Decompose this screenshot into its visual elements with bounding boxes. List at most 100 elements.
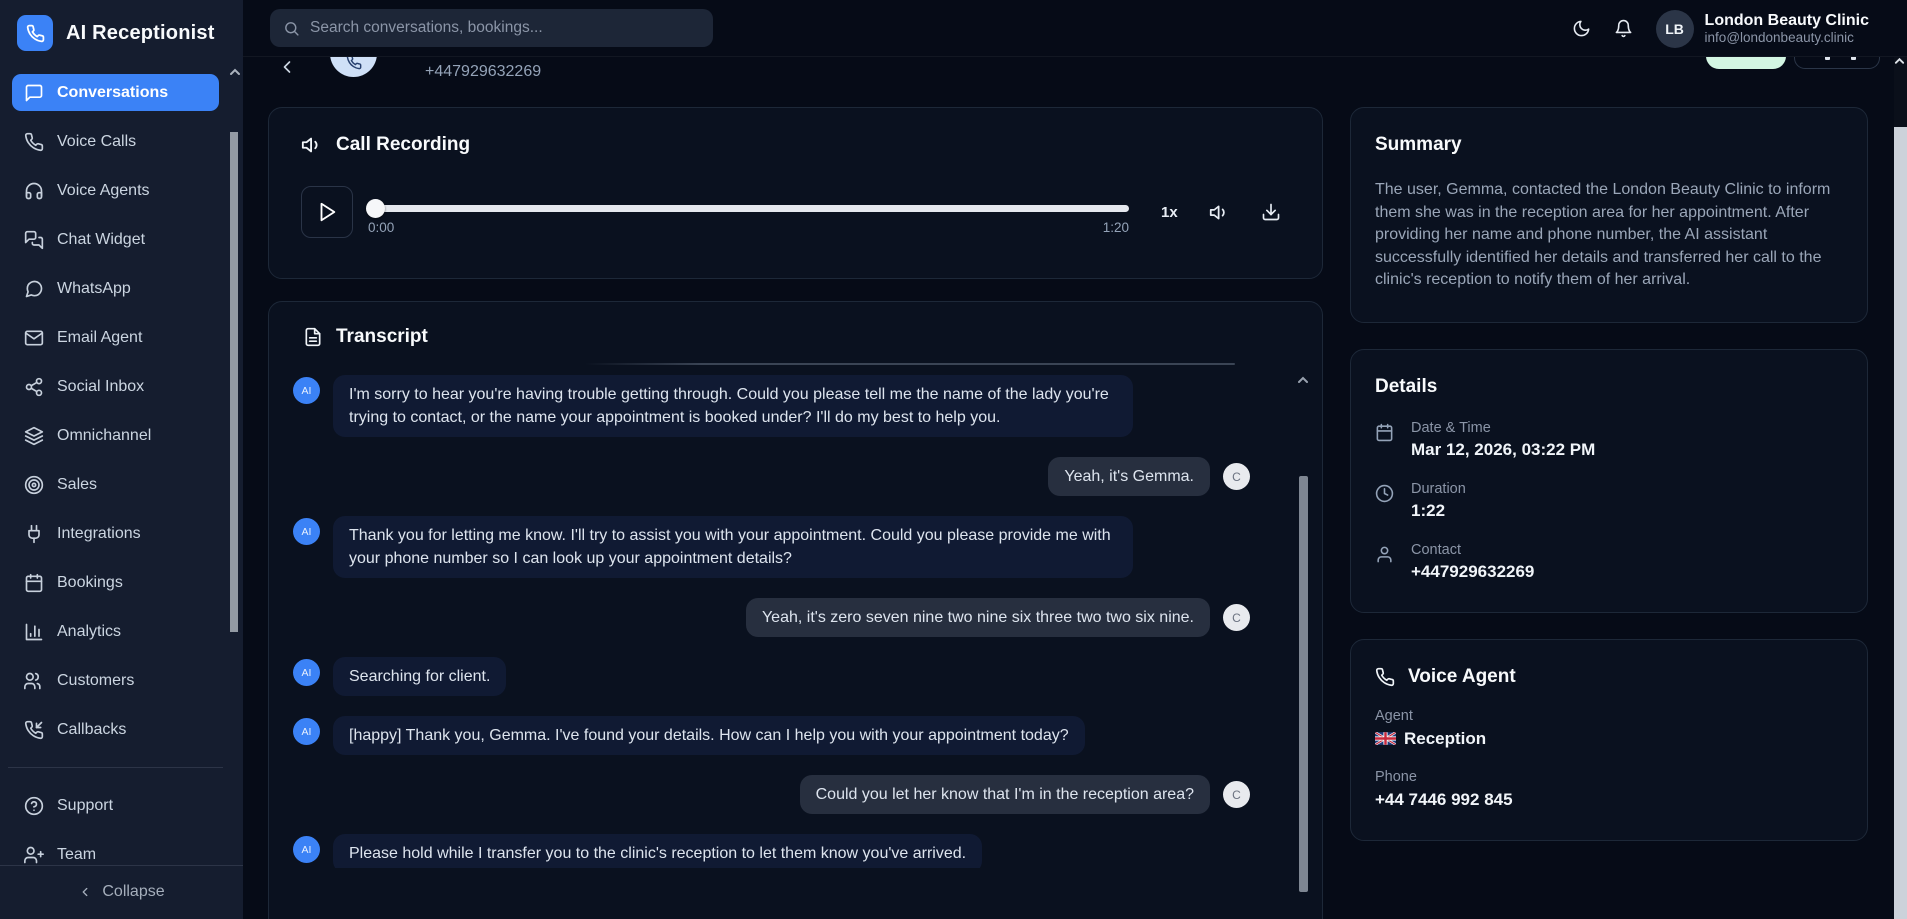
sidebar-item-integrations[interactable]: Integrations <box>12 515 219 552</box>
summary-card: Summary The user, Gemma, contacted the L… <box>1350 107 1868 323</box>
action-button[interactable] <box>1794 57 1880 69</box>
transcript-messages[interactable]: AI I'm sorry to hear you're having troub… <box>293 363 1290 868</box>
chevron-up-icon[interactable] <box>1297 376 1309 384</box>
sidebar-item-analytics[interactable]: Analytics <box>12 613 219 650</box>
slider-thumb[interactable] <box>366 199 385 218</box>
calendar-icon <box>24 573 44 593</box>
transcript-title: Transcript <box>336 326 428 348</box>
detail-label: Duration <box>1411 481 1466 497</box>
detail-value: 1:22 <box>1411 501 1466 521</box>
sidebar-item-label: Team <box>57 846 96 864</box>
playback-speed-button[interactable]: 1x <box>1161 204 1178 221</box>
call-recording-card: Call Recording 0:00 1:20 1x <box>268 107 1323 279</box>
sidebar-item-sales[interactable]: Sales <box>12 466 219 503</box>
message-bubble: [happy] Thank you, Gemma. I've found you… <box>333 716 1085 755</box>
sidebar-item-label: Support <box>57 797 113 815</box>
collapse-button[interactable]: Collapse <box>0 865 243 919</box>
layers-icon <box>24 426 44 446</box>
sidebar-item-conversations[interactable]: Conversations <box>12 74 219 111</box>
conversation-column: Call Recording 0:00 1:20 1x <box>268 107 1323 919</box>
scrollbar-thumb[interactable] <box>1299 476 1308 892</box>
sidebar-item-label: Voice Agents <box>57 182 150 200</box>
scrollbar-thumb[interactable] <box>230 132 238 632</box>
detail-value: +447929632269 <box>1411 562 1534 582</box>
sidebar-item-customers[interactable]: Customers <box>12 662 219 699</box>
play-button[interactable] <box>301 186 353 238</box>
sidebar-item-label: Omnichannel <box>57 427 151 445</box>
details-title: Details <box>1375 376 1843 398</box>
sidebar-item-bookings[interactable]: Bookings <box>12 564 219 601</box>
page-scrollbar[interactable] <box>1894 57 1907 919</box>
detail-row-duration: Duration 1:22 <box>1375 481 1843 521</box>
message-bubble: Could you let her know that I'm in the r… <box>800 775 1210 814</box>
search-box[interactable] <box>270 9 713 47</box>
sidebar-nav: Conversations Voice Calls Voice Agents C… <box>0 64 243 865</box>
chevron-up-icon[interactable] <box>1894 57 1907 65</box>
message-row-customer: Yeah, it's Gemma. C <box>293 457 1250 496</box>
sidebar-item-label: Conversations <box>57 84 168 102</box>
sidebar-item-support[interactable]: Support <box>12 787 219 824</box>
agent-phone: +44 7446 992 845 <box>1375 790 1843 810</box>
phone-icon <box>26 24 45 43</box>
message-bubble: Thank you for letting me know. I'll try … <box>333 516 1133 578</box>
message-circle-icon <box>24 279 44 299</box>
back-button[interactable] <box>277 57 297 77</box>
call-recording-header: Call Recording <box>301 134 1290 156</box>
customer-avatar: C <box>1223 463 1250 490</box>
sidebar-item-label: Callbacks <box>57 721 126 739</box>
search-input[interactable] <box>310 19 700 37</box>
message-row-ai: AI [happy] Thank you, Gemma. I've found … <box>293 716 1250 755</box>
status-badge[interactable] <box>1706 57 1786 69</box>
detail-row-datetime: Date & Time Mar 12, 2026, 03:22 PM <box>1375 420 1843 460</box>
slider-track[interactable] <box>367 205 1129 212</box>
sidebar-item-omnichannel[interactable]: Omnichannel <box>12 417 219 454</box>
headphones-icon <box>24 181 44 201</box>
detail-value: Mar 12, 2026, 03:22 PM <box>1411 440 1595 460</box>
sidebar-item-team[interactable]: Team <box>12 836 219 865</box>
bell-icon[interactable] <box>1614 19 1633 38</box>
sidebar-item-label: WhatsApp <box>57 280 131 298</box>
sidebar-item-label: Integrations <box>57 525 141 543</box>
agent-name-row: Reception <box>1375 729 1843 749</box>
contact-phone: +447929632269 <box>425 63 541 81</box>
sidebar-item-callbacks[interactable]: Callbacks <box>12 711 219 748</box>
volume-icon[interactable] <box>1209 202 1230 223</box>
org-name: London Beauty Clinic <box>1705 11 1869 30</box>
phone-icon <box>346 57 362 70</box>
sidebar-item-whatsapp[interactable]: WhatsApp <box>12 270 219 307</box>
detail-row-contact: Contact +447929632269 <box>1375 542 1843 582</box>
chevron-up-icon[interactable] <box>229 68 239 76</box>
share-icon <box>24 377 44 397</box>
profile-chip[interactable]: LB London Beauty Clinic info@londonbeaut… <box>1656 10 1869 48</box>
topbar-actions: LB London Beauty Clinic info@londonbeaut… <box>1572 0 1869 57</box>
org-email: info@londonbeauty.clinic <box>1705 30 1869 46</box>
moon-icon[interactable] <box>1572 19 1591 38</box>
download-icon[interactable] <box>1261 202 1281 222</box>
clock-icon <box>1375 484 1394 521</box>
seek-slider[interactable]: 0:00 1:20 <box>367 186 1129 238</box>
sidebar-divider <box>8 767 223 768</box>
transcript-scrollbar[interactable] <box>1297 376 1309 919</box>
phone-icon <box>1375 667 1395 687</box>
message-row-ai: AI Please hold while I transfer you to t… <box>293 834 1250 868</box>
plug-icon <box>24 524 44 544</box>
user-plus-icon <box>24 845 44 865</box>
scrollbar-track[interactable] <box>1894 127 1907 919</box>
sidebar: AI Receptionist Conversations Voice Call… <box>0 0 243 919</box>
player-controls: 1x <box>1161 202 1281 223</box>
sidebar-scrollbar[interactable] <box>229 68 239 857</box>
chat-icon <box>24 83 44 103</box>
sidebar-item-voice-calls[interactable]: Voice Calls <box>12 123 219 160</box>
sidebar-item-email-agent[interactable]: Email Agent <box>12 319 219 356</box>
duration-label: 1:20 <box>1103 220 1129 235</box>
search-icon <box>283 20 300 37</box>
detail-label: Contact <box>1411 542 1534 558</box>
ai-avatar: AI <box>293 718 320 745</box>
sidebar-item-voice-agents[interactable]: Voice Agents <box>12 172 219 209</box>
voice-agent-header: Voice Agent <box>1375 666 1843 688</box>
message-row-customer: Yeah, it's zero seven nine two nine six … <box>293 598 1250 637</box>
sidebar-item-chat-widget[interactable]: Chat Widget <box>12 221 219 258</box>
ai-avatar: AI <box>293 659 320 686</box>
sidebar-item-social-inbox[interactable]: Social Inbox <box>12 368 219 405</box>
agent-label: Agent <box>1375 708 1843 724</box>
